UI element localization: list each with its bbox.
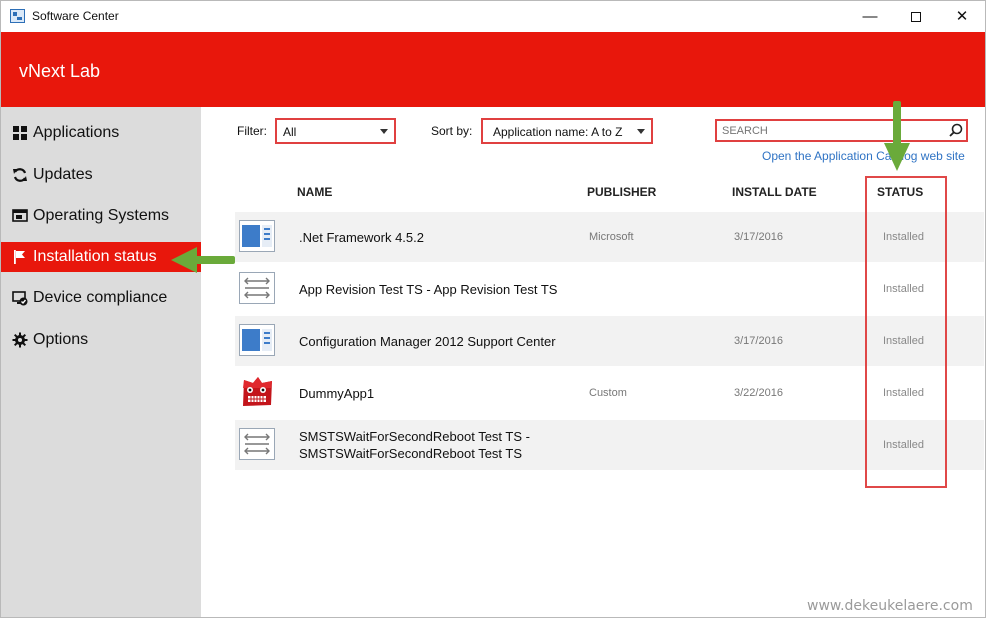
sidebar-item-label: Updates bbox=[33, 166, 93, 183]
task-sequence-icon bbox=[239, 272, 275, 304]
refresh-icon bbox=[13, 168, 27, 182]
os-window-icon bbox=[12, 209, 28, 222]
app-publisher: Microsoft bbox=[589, 231, 634, 243]
organization-name: vNext Lab bbox=[19, 61, 101, 81]
sidebar-item-label: Applications bbox=[33, 124, 120, 141]
sort-dropdown[interactable]: Application name: A to Z bbox=[481, 118, 653, 144]
chevron-down-icon bbox=[380, 129, 388, 134]
column-header-publisher[interactable]: PUBLISHER bbox=[587, 185, 656, 199]
search-icon[interactable] bbox=[947, 122, 965, 139]
software-center-window: Software Center — ✕ vNext Lab Applicatio… bbox=[0, 0, 986, 618]
sidebar-item-label: Operating Systems bbox=[33, 207, 170, 224]
sidebar-item-options[interactable]: Options bbox=[1, 325, 201, 355]
sidebar-item-updates[interactable]: Updates bbox=[1, 160, 201, 190]
task-sequence-icon bbox=[239, 428, 275, 460]
app-name: .Net Framework 4.5.2 bbox=[299, 230, 424, 245]
compliance-icon bbox=[12, 291, 28, 306]
software-center-icon bbox=[10, 9, 25, 23]
chevron-down-icon bbox=[637, 129, 645, 134]
app-name: SMSTSWaitForSecondReboot Test TS - SMSTS… bbox=[299, 429, 530, 461]
column-header-name[interactable]: NAME bbox=[297, 185, 332, 199]
app-install-date: 3/17/2016 bbox=[734, 335, 783, 347]
filter-label: Filter: bbox=[237, 124, 267, 138]
maximize-icon bbox=[911, 12, 921, 23]
close-button[interactable]: ✕ bbox=[939, 1, 985, 32]
minimize-button[interactable]: — bbox=[847, 1, 893, 32]
sidebar-item-label: Installation status bbox=[33, 248, 157, 265]
sidebar-item-applications[interactable]: Applications bbox=[1, 118, 201, 148]
title-bar[interactable]: Software Center — ✕ bbox=[1, 1, 985, 32]
application-icon bbox=[239, 220, 275, 252]
applications-grid-icon bbox=[13, 126, 27, 140]
red-monster-icon bbox=[243, 377, 272, 406]
application-catalog-link[interactable]: Open the Application Catalog web site bbox=[762, 149, 965, 163]
app-name: App Revision Test TS - App Revision Test… bbox=[299, 282, 558, 297]
maximize-button[interactable] bbox=[893, 1, 939, 32]
filter-value: All bbox=[283, 125, 297, 139]
sidebar-item-label: Options bbox=[33, 331, 89, 348]
sort-value: Application name: A to Z bbox=[493, 125, 623, 139]
sidebar: Applications Updates Operating Systems I… bbox=[1, 107, 201, 617]
status-highlight-frame bbox=[865, 176, 947, 488]
app-publisher: Custom bbox=[589, 387, 627, 399]
green-arrow-left-icon bbox=[171, 247, 235, 273]
sidebar-item-label: Device compliance bbox=[33, 289, 168, 306]
watermark-text: www.dekeukelaere.com bbox=[807, 598, 973, 614]
search-input[interactable] bbox=[715, 119, 968, 142]
org-header: vNext Lab bbox=[1, 32, 985, 107]
sidebar-item-device-compliance[interactable]: Device compliance bbox=[1, 283, 201, 313]
app-install-date: 3/17/2016 bbox=[734, 231, 783, 243]
application-icon bbox=[239, 324, 275, 356]
column-header-install-date[interactable]: INSTALL DATE bbox=[732, 185, 817, 199]
app-name: DummyApp1 bbox=[299, 386, 375, 401]
green-arrow-down-icon bbox=[884, 101, 910, 171]
flag-icon bbox=[14, 250, 25, 264]
gear-icon bbox=[12, 332, 28, 348]
sort-label: Sort by: bbox=[431, 124, 473, 138]
main-content: Filter: All Sort by: Application name: A… bbox=[201, 107, 985, 617]
filter-dropdown[interactable]: All bbox=[275, 118, 396, 144]
app-name: Configuration Manager 2012 Support Cente… bbox=[299, 334, 556, 349]
window-title: Software Center bbox=[32, 9, 119, 23]
sidebar-item-operating-systems[interactable]: Operating Systems bbox=[1, 201, 201, 231]
app-install-date: 3/22/2016 bbox=[734, 387, 783, 399]
